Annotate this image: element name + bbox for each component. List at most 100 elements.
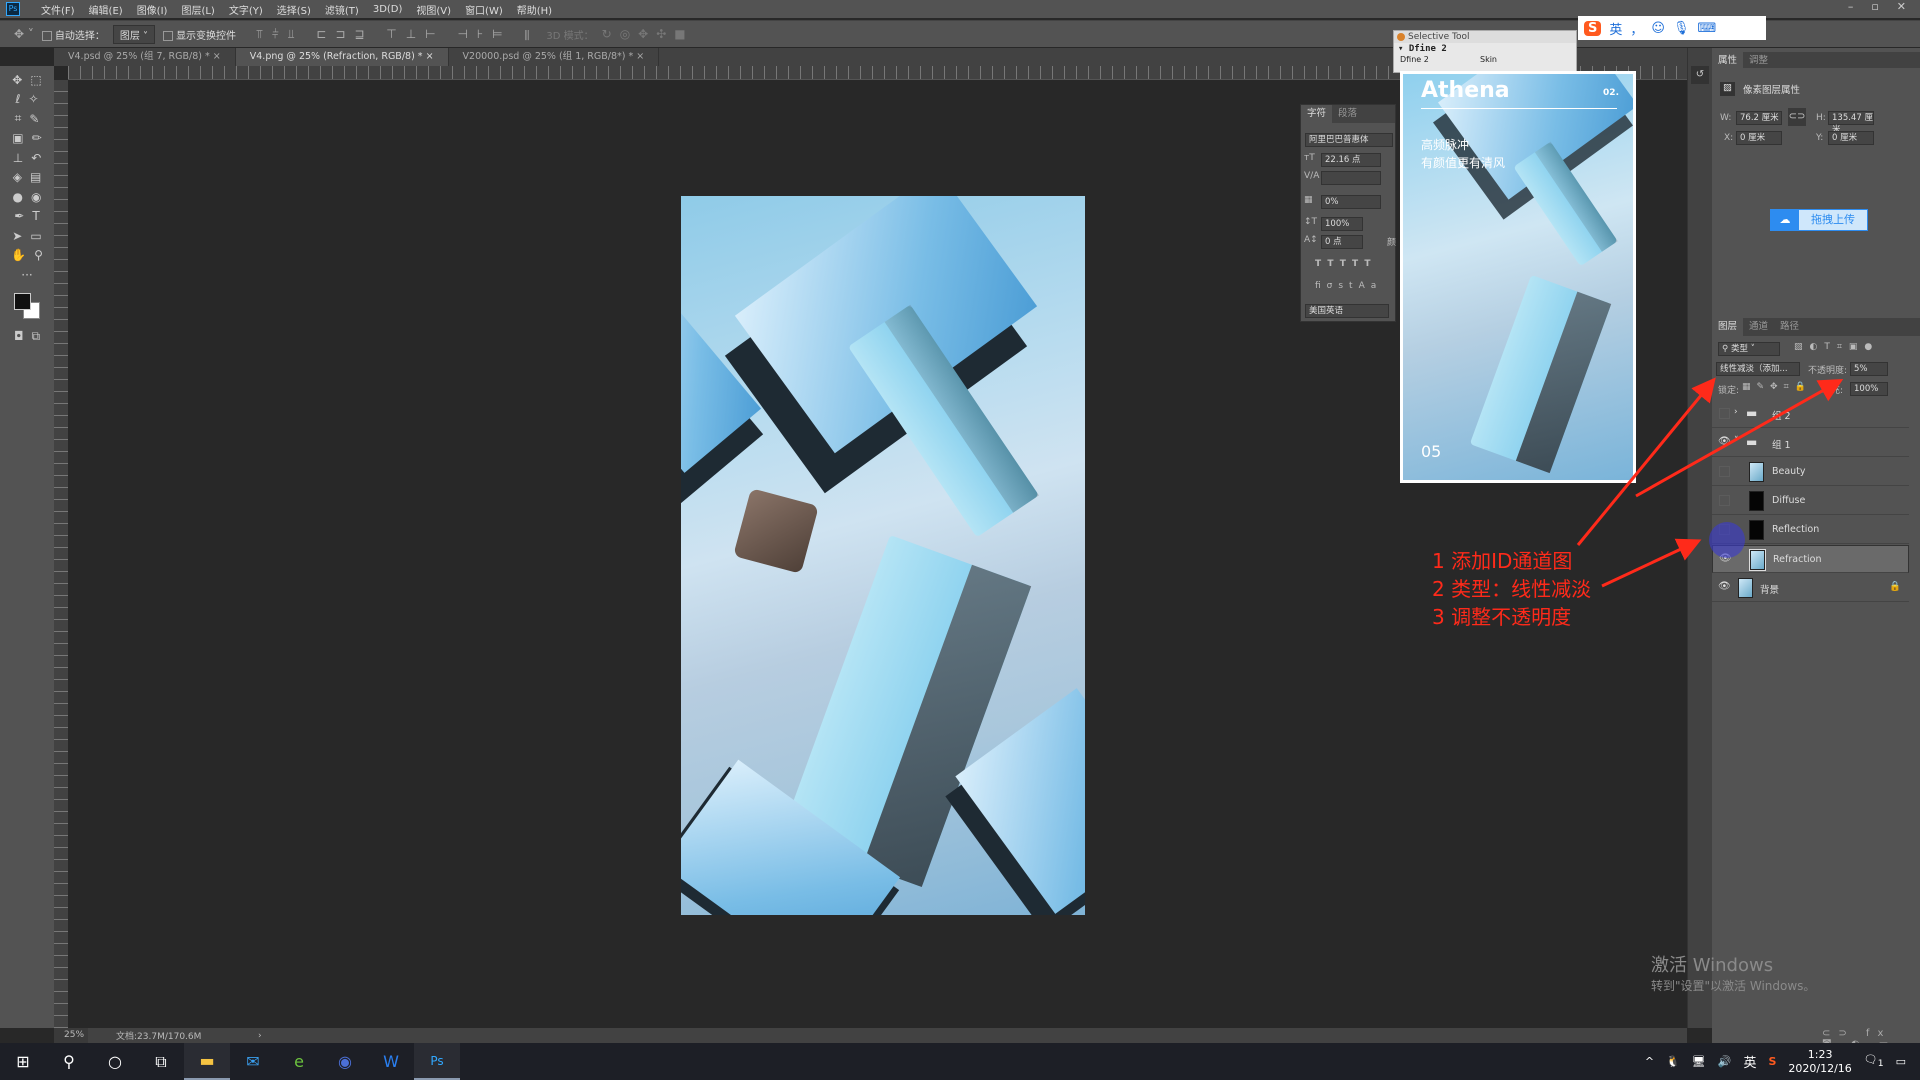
- type-style-buttons[interactable]: TTTTT: [1315, 259, 1377, 269]
- auto-select-checkbox[interactable]: 自动选择：: [41, 27, 105, 42]
- more-tools-icon[interactable]: ···: [21, 268, 32, 282]
- hand-tool-icon[interactable]: ✋: [11, 248, 26, 262]
- x-field[interactable]: 0 厘米: [1736, 131, 1782, 145]
- search-icon[interactable]: ⚲: [46, 1043, 92, 1080]
- color-swatches[interactable]: [10, 291, 44, 321]
- tray-expand-icon[interactable]: ^: [1645, 1055, 1654, 1068]
- plugin-skin[interactable]: Skin: [1480, 55, 1497, 64]
- sogou-tray-icon[interactable]: S: [1768, 1055, 1776, 1068]
- kerning-field[interactable]: [1321, 171, 1381, 185]
- tab-close-icon[interactable]: ×: [426, 51, 434, 62]
- status-menu-arrow[interactable]: ›: [258, 1031, 262, 1041]
- qq-icon[interactable]: 🐧: [1666, 1055, 1680, 1068]
- upload-button[interactable]: ☁ 拖拽上传: [1770, 209, 1868, 231]
- brush-tool-icon[interactable]: ✏: [32, 131, 42, 145]
- font-family-select[interactable]: 阿里巴巴普惠体: [1305, 133, 1393, 147]
- width-field[interactable]: 76.2 厘米: [1736, 111, 1782, 125]
- menu-edit[interactable]: 编辑(E): [82, 2, 130, 17]
- history-panel-icon[interactable]: ↺: [1691, 66, 1709, 84]
- mail-icon[interactable]: ✉: [230, 1043, 276, 1080]
- font-size-field[interactable]: 22.16 点: [1321, 153, 1381, 167]
- tab-close-icon[interactable]: ×: [213, 51, 221, 62]
- ime-indicator[interactable]: 英: [1743, 1052, 1756, 1071]
- menu-help[interactable]: 帮助(H): [510, 2, 559, 17]
- tab-close-icon[interactable]: ×: [636, 51, 644, 62]
- zoom-tool-icon[interactable]: ⚲: [34, 248, 43, 262]
- move-tool-icon[interactable]: ✥: [12, 73, 22, 87]
- screen-mode-icon[interactable]: ⧉: [31, 329, 40, 344]
- eraser-tool-icon[interactable]: ◈: [13, 170, 22, 184]
- auto-select-dropdown[interactable]: 图层 ˅: [112, 24, 156, 44]
- layer-row[interactable]: › ▬ 组 2: [1712, 400, 1909, 428]
- move-tool-icon[interactable]: ✥ ˅: [14, 27, 34, 41]
- magic-wand-icon[interactable]: ✧: [28, 92, 38, 106]
- lock-icons[interactable]: ▦✎✥⌗🔒: [1742, 382, 1812, 392]
- wps-icon[interactable]: W: [368, 1043, 414, 1080]
- fill-field[interactable]: 100%: [1850, 382, 1888, 396]
- file-explorer-icon[interactable]: ▬: [184, 1043, 230, 1080]
- eye-icon[interactable]: 👁: [1718, 582, 1731, 592]
- cinema4d-icon[interactable]: ◉: [322, 1043, 368, 1080]
- keyboard-icon[interactable]: ⌨: [1697, 21, 1716, 36]
- chevron-right-icon[interactable]: ›: [1734, 407, 1738, 417]
- tab-adjustments[interactable]: 调整: [1743, 52, 1774, 68]
- menu-filter[interactable]: 滤镜(T): [318, 2, 366, 17]
- layer-filter-select[interactable]: ⚲ 类型 ˅: [1718, 342, 1780, 356]
- opacity-field[interactable]: 5%: [1850, 362, 1888, 376]
- layer-row[interactable]: 👁 Refraction: [1712, 545, 1909, 573]
- menu-select[interactable]: 选择(S): [270, 2, 318, 17]
- maximize-button[interactable]: ▫: [1871, 0, 1878, 18]
- pen-tool-icon[interactable]: ✒: [14, 209, 24, 223]
- dodge-tool-icon[interactable]: ◉: [31, 190, 41, 204]
- layer-row[interactable]: 👁 ˅ ▬ 组 1: [1712, 429, 1909, 457]
- shape-tool-icon[interactable]: ▭: [30, 229, 41, 243]
- y-field[interactable]: 0 厘米: [1828, 131, 1874, 145]
- menu-window[interactable]: 窗口(W): [458, 2, 510, 17]
- language-select[interactable]: 美国英语: [1305, 304, 1389, 318]
- history-brush-icon[interactable]: ↶: [31, 151, 41, 165]
- tab-layers[interactable]: 图层: [1712, 318, 1744, 336]
- menu-file[interactable]: 文件(F): [34, 2, 82, 17]
- start-button[interactable]: ⊞: [0, 1043, 46, 1080]
- foreground-color[interactable]: [14, 292, 31, 310]
- browser-icon[interactable]: e: [276, 1043, 322, 1080]
- layer-row[interactable]: 👁 背景 🔒: [1712, 574, 1909, 602]
- frame-tool-icon[interactable]: ▣: [12, 131, 23, 145]
- height-field[interactable]: 135.47 厘米: [1828, 111, 1874, 135]
- layer-row[interactable]: Reflection: [1712, 516, 1909, 544]
- stamp-tool-icon[interactable]: ⊥: [13, 151, 23, 165]
- tab-v4-psd[interactable]: V4.psd @ 25% (组 7, RGB/8) * ×: [54, 48, 236, 66]
- notification-icon[interactable]: 🗨1: [1864, 1053, 1884, 1069]
- blur-tool-icon[interactable]: ●: [13, 190, 23, 204]
- ime-language[interactable]: 英: [1609, 19, 1622, 38]
- tsume-field[interactable]: 0%: [1321, 195, 1381, 209]
- emoji-icon[interactable]: ☺: [1651, 21, 1665, 36]
- blend-mode-select[interactable]: 线性减淡（添加...: [1716, 362, 1800, 376]
- align-icons[interactable]: ⫪⫩⫫ ⊏⊐⊒ ⊤⊥⊢ ⊣⊦⊨ ⦀: [256, 27, 538, 42]
- menu-type[interactable]: 文字(Y): [222, 2, 270, 17]
- tab-paths[interactable]: 路径: [1774, 318, 1805, 336]
- visibility-toggle[interactable]: [1719, 524, 1730, 535]
- tab-paragraph[interactable]: 段落: [1332, 105, 1363, 123]
- 3d-mode-icons[interactable]: ↻◎✥✣■: [602, 27, 694, 41]
- action-center-icon[interactable]: ▭: [1896, 1055, 1906, 1068]
- layer-row[interactable]: Diffuse: [1712, 487, 1909, 515]
- eye-icon[interactable]: 👁: [1719, 554, 1732, 564]
- tab-v4-png[interactable]: V4.png @ 25% (Refraction, RGB/8) * ×: [235, 48, 449, 66]
- zoom-level[interactable]: 25%: [54, 1028, 88, 1043]
- baseline-field[interactable]: 0 点: [1321, 235, 1363, 249]
- plugin-dfine[interactable]: Dfine 2: [1400, 55, 1480, 64]
- volume-icon[interactable]: 🔊: [1718, 1055, 1732, 1068]
- menu-image[interactable]: 图像(I): [130, 2, 175, 17]
- link-icon[interactable]: ⊂⊃: [1788, 108, 1806, 126]
- quick-mask-icon[interactable]: ◘: [14, 329, 24, 343]
- tab-channels[interactable]: 通道: [1743, 318, 1774, 336]
- vertical-scale-field[interactable]: 100%: [1321, 217, 1363, 231]
- gradient-tool-icon[interactable]: ▤: [30, 170, 41, 184]
- photoshop-icon[interactable]: Ps: [414, 1043, 460, 1080]
- minimize-button[interactable]: –: [1848, 0, 1854, 18]
- lasso-tool-icon[interactable]: ℓ: [15, 92, 20, 106]
- network-icon[interactable]: 🖥: [1692, 1055, 1706, 1068]
- type-tool-icon[interactable]: T: [32, 209, 39, 223]
- crop-tool-icon[interactable]: ⌗: [15, 111, 22, 126]
